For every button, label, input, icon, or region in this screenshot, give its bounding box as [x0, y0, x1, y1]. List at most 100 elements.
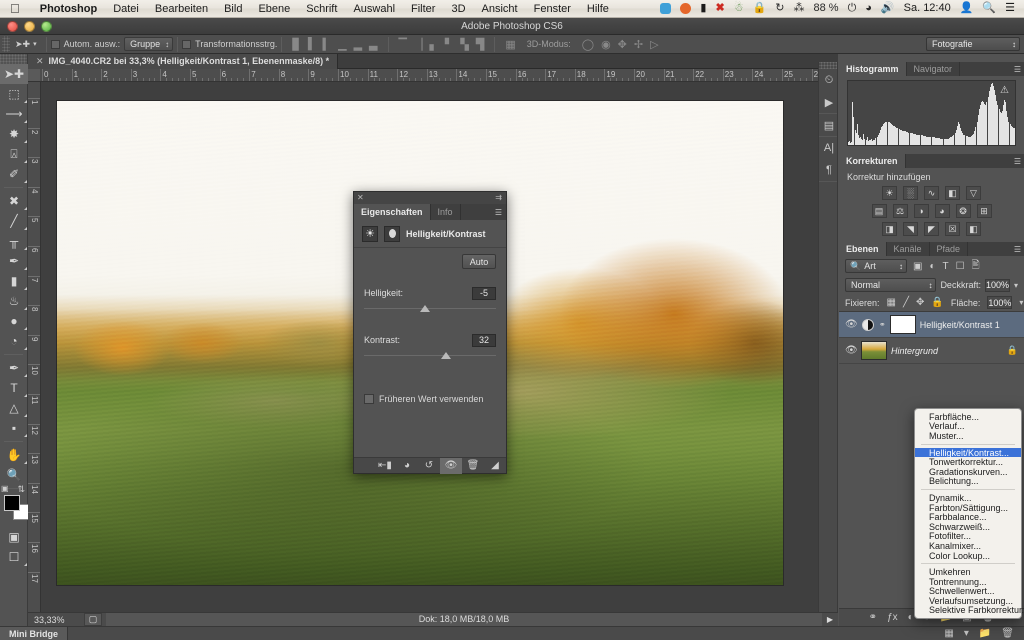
- bluetooth-icon[interactable]: ⁂: [793, 3, 804, 14]
- brightness-value[interactable]: -5: [472, 286, 496, 300]
- contrast-slider[interactable]: [364, 352, 496, 364]
- toggle-visibility-icon[interactable]: 👁: [440, 457, 462, 474]
- tool-gradient[interactable]: ♨: [0, 291, 28, 311]
- layer-mask-icon[interactable]: [384, 225, 400, 242]
- distribute-icons-group[interactable]: ▔ ▕ ▖ ▘ ▚ ▜: [393, 38, 491, 51]
- legacy-checkbox[interactable]: [364, 394, 374, 404]
- tab-kanaele[interactable]: Kanäle: [887, 242, 930, 256]
- volume-icon[interactable]: 🔊: [881, 3, 895, 14]
- visibility-toggle-icon[interactable]: 👁: [845, 319, 858, 330]
- tool-path-selection[interactable]: △: [0, 398, 28, 418]
- posterize-icon[interactable]: ◥: [903, 222, 918, 236]
- contrast-value[interactable]: 32: [472, 333, 496, 347]
- preview-icon[interactable]: ▢: [84, 613, 102, 626]
- context-menu-item[interactable]: Umkehren: [915, 567, 1021, 577]
- menu-ebene[interactable]: Ebene: [250, 3, 298, 15]
- actions-play-icon[interactable]: ▶: [819, 91, 839, 113]
- tool-lasso[interactable]: ⟶: [0, 104, 28, 124]
- lock-image-icon[interactable]: ╱: [903, 297, 909, 308]
- auto-select-group-select[interactable]: Gruppe: [124, 37, 174, 51]
- tool-quick-selection[interactable]: ✸: [0, 124, 28, 144]
- 3d-rotate-icon[interactable]: ◯: [582, 38, 594, 51]
- tool-healing-brush[interactable]: ✖: [0, 191, 28, 211]
- tab-histogramm[interactable]: Histogramm: [839, 62, 907, 76]
- mode3d-icons[interactable]: ◯ ◉ ✥ ✢ ▷: [576, 38, 665, 51]
- invert-icon[interactable]: ◨: [882, 222, 897, 236]
- context-menu-item[interactable]: Schwarzweiß...: [915, 522, 1021, 532]
- resize-grip-icon[interactable]: ◢: [484, 458, 506, 474]
- context-menu-item[interactable]: Dynamik...: [915, 493, 1021, 503]
- layer-row-background[interactable]: 👁 Hintergrund 🔒: [839, 338, 1024, 364]
- tool-brush[interactable]: ╱: [0, 211, 28, 231]
- minimize-window-button[interactable]: [24, 21, 35, 32]
- user-icon[interactable]: 👤: [960, 3, 974, 14]
- tool-hand[interactable]: ✋: [0, 445, 28, 465]
- lock-icon[interactable]: 🔒: [753, 3, 767, 14]
- type-filter-icon[interactable]: T: [943, 261, 949, 272]
- align-right-icon[interactable]: ▍: [323, 38, 331, 51]
- collapse-icon[interactable]: ⇉: [495, 193, 502, 202]
- align-center-h-icon[interactable]: ▌: [308, 38, 316, 50]
- history-icon[interactable]: ⏲: [819, 69, 839, 91]
- context-menu-item[interactable]: Tontrennung...: [915, 577, 1021, 587]
- default-colors-icon[interactable]: ▣: [1, 484, 9, 493]
- blend-mode-select[interactable]: Normal: [845, 278, 937, 292]
- visibility-toggle-icon[interactable]: 👁: [845, 345, 858, 356]
- maximize-window-button[interactable]: [41, 21, 52, 32]
- tool-move[interactable]: ➤✚: [0, 64, 28, 84]
- distribute-bottom-icon[interactable]: ▖: [429, 38, 437, 51]
- layer-row-adjustment[interactable]: 👁 ⚭ Helligkeit/Kontrast 1: [839, 312, 1024, 338]
- tool-eraser[interactable]: ▮: [0, 271, 28, 291]
- auto-align-layers-icon[interactable]: ▦: [505, 38, 515, 51]
- menu-auswahl[interactable]: Auswahl: [345, 3, 403, 15]
- black-white-icon[interactable]: ◑: [913, 204, 929, 218]
- vibrance-icon[interactable]: ▽: [966, 186, 981, 200]
- layer-name[interactable]: Helligkeit/Kontrast 1: [920, 320, 1000, 330]
- timemachine-icon[interactable]: ↻: [775, 3, 784, 14]
- tool-history-brush[interactable]: ✒: [0, 251, 28, 271]
- 3d-roll-icon[interactable]: ◉: [601, 38, 611, 51]
- menu-bearbeiten[interactable]: Bearbeiten: [147, 3, 216, 15]
- align-middle-v-icon[interactable]: ▂: [354, 38, 362, 51]
- panel-menu-icon[interactable]: ☰: [1014, 245, 1021, 254]
- list-icon[interactable]: ☰: [1005, 3, 1015, 14]
- add-mask-icon[interactable]: ◐: [908, 612, 914, 623]
- character-icon[interactable]: A|: [819, 137, 839, 159]
- clip-to-layer-icon[interactable]: ⇤▮: [374, 458, 396, 474]
- adjustment-filter-icon[interactable]: ◐: [929, 261, 935, 272]
- move-tool-icon[interactable]: ➤✚ ▾: [10, 39, 42, 50]
- context-menu-item[interactable]: Fotofilter...: [915, 531, 1021, 541]
- tool-type[interactable]: T: [0, 378, 28, 398]
- color-balance-icon[interactable]: ⚖: [892, 204, 908, 218]
- context-menu-item[interactable]: Farbbalance...: [915, 512, 1021, 522]
- menu-3d[interactable]: 3D: [443, 3, 473, 15]
- mini-bridge-tab[interactable]: Mini Bridge: [0, 626, 68, 640]
- menu-schrift[interactable]: Schrift: [298, 3, 345, 15]
- tool-zoom[interactable]: 🔍: [0, 465, 28, 485]
- align-top-icon[interactable]: ▁: [338, 38, 346, 51]
- brightness-slider-thumb[interactable]: [419, 305, 430, 312]
- workspace-select[interactable]: Fotografie: [926, 37, 1020, 51]
- toolbox-grip[interactable]: [0, 54, 27, 64]
- filter-icon[interactable]: ▾: [964, 628, 969, 639]
- tab-eigenschaften[interactable]: Eigenschaften: [354, 204, 431, 220]
- clock-label[interactable]: Sa. 12:40: [904, 3, 951, 14]
- menu-bild[interactable]: Bild: [216, 3, 250, 15]
- adjustment-context-menu[interactable]: Farbfläche... Verlauf... Muster... Helligke…: [914, 408, 1024, 620]
- transform-controls-checkbox[interactable]: [182, 39, 192, 49]
- opacity-stepper-icon[interactable]: ▾: [1014, 281, 1018, 290]
- channel-mixer-icon[interactable]: ❂: [955, 204, 971, 218]
- link-layers-icon[interactable]: ⚭: [869, 612, 877, 623]
- gradient-map-icon[interactable]: ☒: [945, 222, 960, 236]
- tool-rectangle[interactable]: ▪: [0, 418, 28, 438]
- uncached-warning-icon[interactable]: ⚠: [1000, 85, 1009, 96]
- hue-saturation-icon[interactable]: ▤: [871, 204, 887, 218]
- quickmask-toggle[interactable]: ▣: [0, 527, 28, 547]
- lock-position-icon[interactable]: ✥: [916, 297, 924, 308]
- delete-icon[interactable]: 🗑: [462, 458, 484, 474]
- tool-crop[interactable]: ⍓: [0, 144, 28, 164]
- adjustment-thumbnail[interactable]: [862, 318, 874, 331]
- lock-all-icon[interactable]: 🔒: [931, 297, 943, 308]
- battery-icon[interactable]: ⏻: [848, 3, 857, 14]
- tab-navigator[interactable]: Navigator: [907, 62, 961, 76]
